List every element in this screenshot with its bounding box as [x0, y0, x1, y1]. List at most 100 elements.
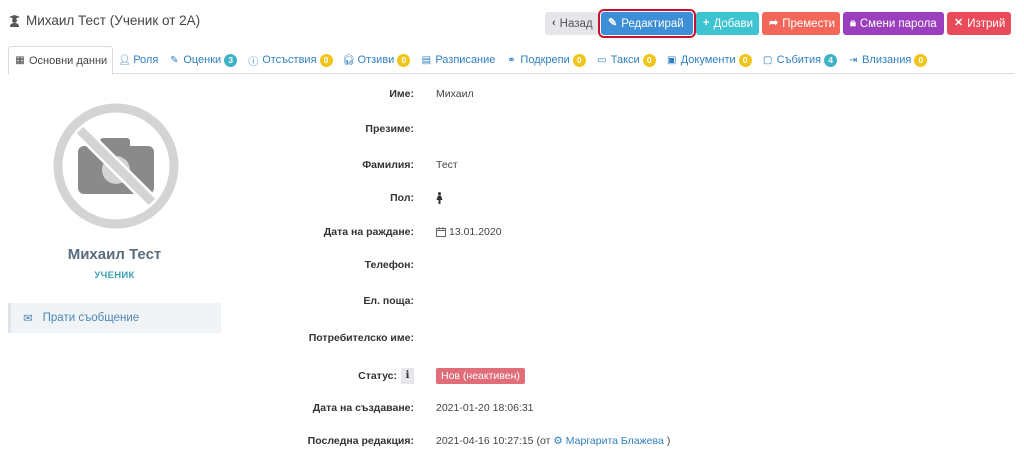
- move-button-label: Премести: [782, 17, 836, 30]
- gear-icon: ⚙: [553, 435, 563, 447]
- field-label: Дата на създаване:: [312, 402, 414, 414]
- change-password-button[interactable]: 🔒︎ Смени парола: [843, 12, 944, 35]
- send-message-button[interactable]: ✉ Прати съобщение: [8, 303, 221, 333]
- field-label: Статус: i: [358, 368, 414, 384]
- delete-button-label: Изтрий: [967, 17, 1006, 30]
- tab-badge: 0: [572, 53, 586, 67]
- id-card-icon: ▣: [666, 54, 677, 66]
- tab-logins[interactable]: ⇥ Влизания 0: [842, 46, 932, 74]
- tab-feedback[interactable]: 🎧︎ Отзиви 0: [338, 46, 416, 74]
- field-label: Последна редакция:: [307, 435, 414, 447]
- tab-events[interactable]: ▢ Събития 4: [757, 46, 842, 74]
- tab-badge: 0: [642, 53, 656, 67]
- edit-button[interactable]: ✎ Редактирай: [598, 9, 696, 38]
- field-gender: Пол:: [230, 188, 1020, 208]
- envelope-icon: ✉: [23, 313, 33, 325]
- tab-fees[interactable]: ▭ Такси 0: [591, 46, 661, 74]
- edit-button-label: Редактирай: [621, 17, 684, 30]
- calendar-icon: ▢: [762, 54, 773, 66]
- tab-support[interactable]: ⚭ Подкрепи 0: [500, 46, 590, 74]
- tab-label: Роля: [133, 54, 159, 66]
- back-button[interactable]: ‹ Назад: [545, 12, 598, 35]
- delete-button[interactable]: ✕ Изтрий: [947, 12, 1011, 35]
- field-status: Статус: i Нов (неактивен): [230, 366, 1020, 386]
- no-photo-icon: [53, 103, 179, 229]
- tab-badge: 0: [397, 53, 411, 67]
- pencil-icon: ✎: [170, 54, 179, 66]
- edit-icon: ✎: [608, 17, 618, 29]
- female-icon: [436, 192, 443, 204]
- field-value: 2021-01-20 18:06:31: [436, 402, 534, 414]
- field-middle-name: Презиме:: [230, 119, 1020, 139]
- add-button-label: Добави: [713, 17, 754, 30]
- field-value: Нов (неактивен): [436, 368, 525, 384]
- chevron-left-icon: ‹: [552, 17, 556, 29]
- calendar-icon: [436, 227, 446, 237]
- plus-icon: +: [703, 17, 710, 29]
- tab-label: Такси: [610, 54, 640, 66]
- tab-badge: 4: [824, 53, 838, 67]
- tab-documents[interactable]: ▣ Документи 0: [661, 46, 757, 74]
- page-title-text: Михаил Тест (Ученик от 2А): [26, 13, 201, 28]
- send-message-label: Прати съобщение: [42, 312, 140, 324]
- field-value: Тест: [436, 159, 458, 171]
- field-label: Ел. поща:: [363, 295, 414, 307]
- back-button-label: Назад: [559, 17, 593, 30]
- field-label: Телефон:: [364, 259, 414, 271]
- tab-label: Отсъствия: [262, 54, 317, 66]
- field-phone: Телефон:: [230, 255, 1020, 275]
- tab-basic-data[interactable]: ▦ Основни данни: [8, 46, 114, 75]
- share-icon: ➦: [769, 17, 779, 29]
- info-icon[interactable]: i: [401, 368, 414, 384]
- tab-badge: 0: [914, 53, 928, 67]
- field-label: Дата на раждане:: [323, 226, 414, 238]
- headset-icon: 🎧︎: [342, 54, 356, 66]
- handshake-icon: ⚭: [507, 54, 516, 66]
- field-modified: Последна редакция: 2021-04-16 10:27:15 (…: [230, 431, 1020, 451]
- field-last-name: Фамилия: Тест: [230, 155, 1020, 175]
- field-value: [436, 192, 443, 204]
- add-button[interactable]: + Добави: [696, 12, 759, 35]
- tab-label: Основни данни: [29, 54, 108, 67]
- field-label: Фамилия:: [362, 159, 414, 171]
- page-title: Михаил Тест (Ученик от 2А): [8, 13, 200, 28]
- field-username: Потребителско име:: [230, 328, 1020, 348]
- tab-absences[interactable]: ⓘ Отсъствия 0: [242, 46, 337, 74]
- modified-by-name: Маргарита Блажева: [565, 435, 664, 447]
- user-plus-icon: 👤︎: [118, 54, 131, 66]
- modified-by-link[interactable]: ⚙ Маргарита Блажева: [553, 435, 663, 447]
- field-birth-date: Дата на раждане: 13.01.2020: [230, 222, 1020, 242]
- table-icon: ▤: [421, 54, 432, 66]
- field-email: Ел. поща:: [230, 291, 1020, 311]
- modified-by-suffix: ): [666, 435, 671, 447]
- move-button[interactable]: ➦ Премести: [762, 12, 840, 35]
- modified-date: 2021-04-16 10:27:15: [436, 435, 534, 447]
- student-icon: [9, 15, 20, 27]
- tab-label: Отзиви: [357, 54, 395, 66]
- field-label: Пол:: [390, 192, 414, 204]
- tab-bar: ▦ Основни данни 👤︎ Роля ✎ Оценки 3 ⓘ Отс…: [8, 46, 1014, 75]
- profile-role: УЧЕНИК: [94, 270, 135, 281]
- money-icon: ▭: [597, 54, 607, 66]
- modified-by-prefix: (от: [536, 435, 551, 447]
- field-first-name: Име: Михаил: [230, 84, 1020, 104]
- tab-label: Влизания: [862, 54, 912, 66]
- close-icon: ✕: [954, 17, 964, 29]
- tab-badge: 3: [224, 53, 238, 67]
- field-label: Потребителско име:: [308, 332, 414, 344]
- sign-in-icon: ⇥: [848, 54, 858, 66]
- lock-icon: 🔒︎: [850, 17, 856, 29]
- field-value: Михаил: [436, 88, 474, 100]
- profile-name: Михаил Тест: [67, 246, 162, 263]
- tab-schedule[interactable]: ▤ Разписание: [415, 46, 500, 74]
- page-header: Михаил Тест (Ученик от 2А) ‹ Назад ✎ Ред…: [0, 0, 1024, 44]
- tab-label: Оценки: [183, 54, 222, 66]
- grid-icon: ▦: [15, 55, 25, 66]
- tab-grades[interactable]: ✎ Оценки 3: [163, 46, 242, 74]
- tab-role[interactable]: 👤︎ Роля: [113, 46, 163, 74]
- field-value: 2021-04-16 10:27:15 (от ⚙ Маргарита Блаж…: [436, 435, 670, 447]
- tab-label: Разписание: [435, 54, 496, 66]
- change-password-button-label: Смени парола: [859, 17, 937, 30]
- tab-label: Документи: [680, 54, 736, 66]
- field-value: 13.01.2020: [436, 226, 502, 238]
